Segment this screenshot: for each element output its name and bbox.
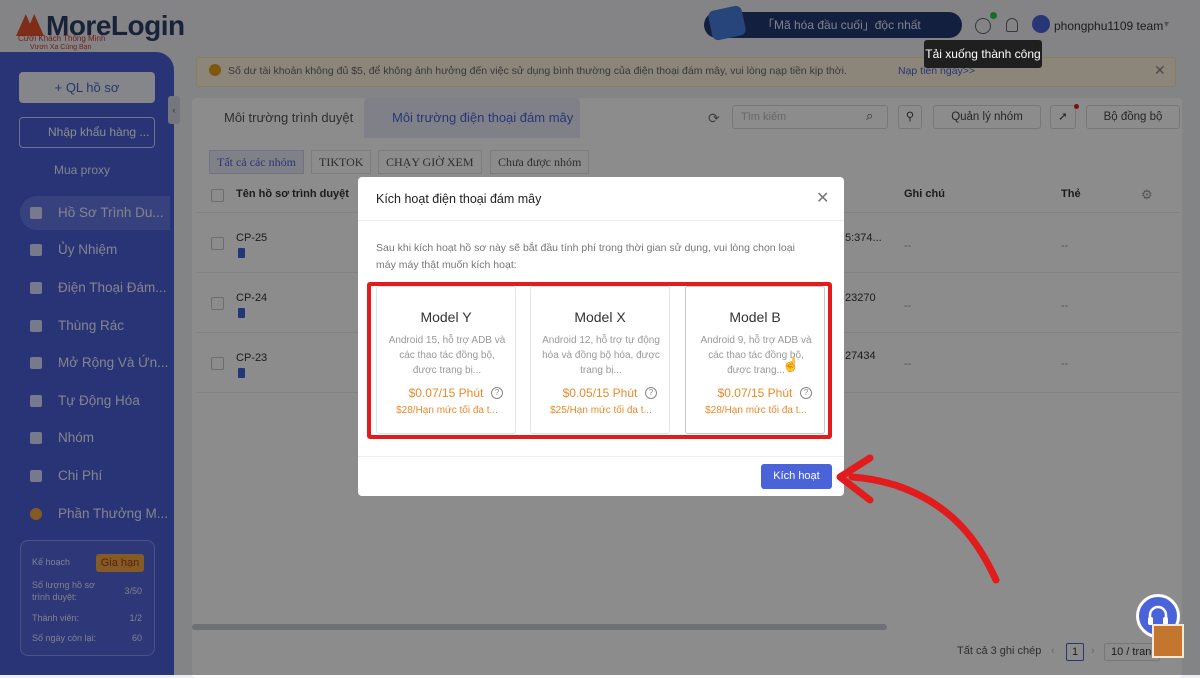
- divider: [358, 220, 844, 221]
- divider: [358, 456, 844, 457]
- annotation-arrow: [836, 454, 1000, 584]
- dialog-title: Kích hoạt điện thoại đám mây: [376, 192, 542, 206]
- highlight-box: [367, 282, 832, 439]
- thumbnail-icon: [1152, 624, 1184, 658]
- download-tooltip: Tải xuống thành công: [924, 40, 1042, 68]
- activate-button[interactable]: Kích hoạt: [761, 464, 832, 489]
- close-icon[interactable]: ✕: [816, 188, 829, 208]
- dialog-description: Sau khi kích hoạt hồ sơ này sẽ bắt đầu t…: [376, 242, 795, 271]
